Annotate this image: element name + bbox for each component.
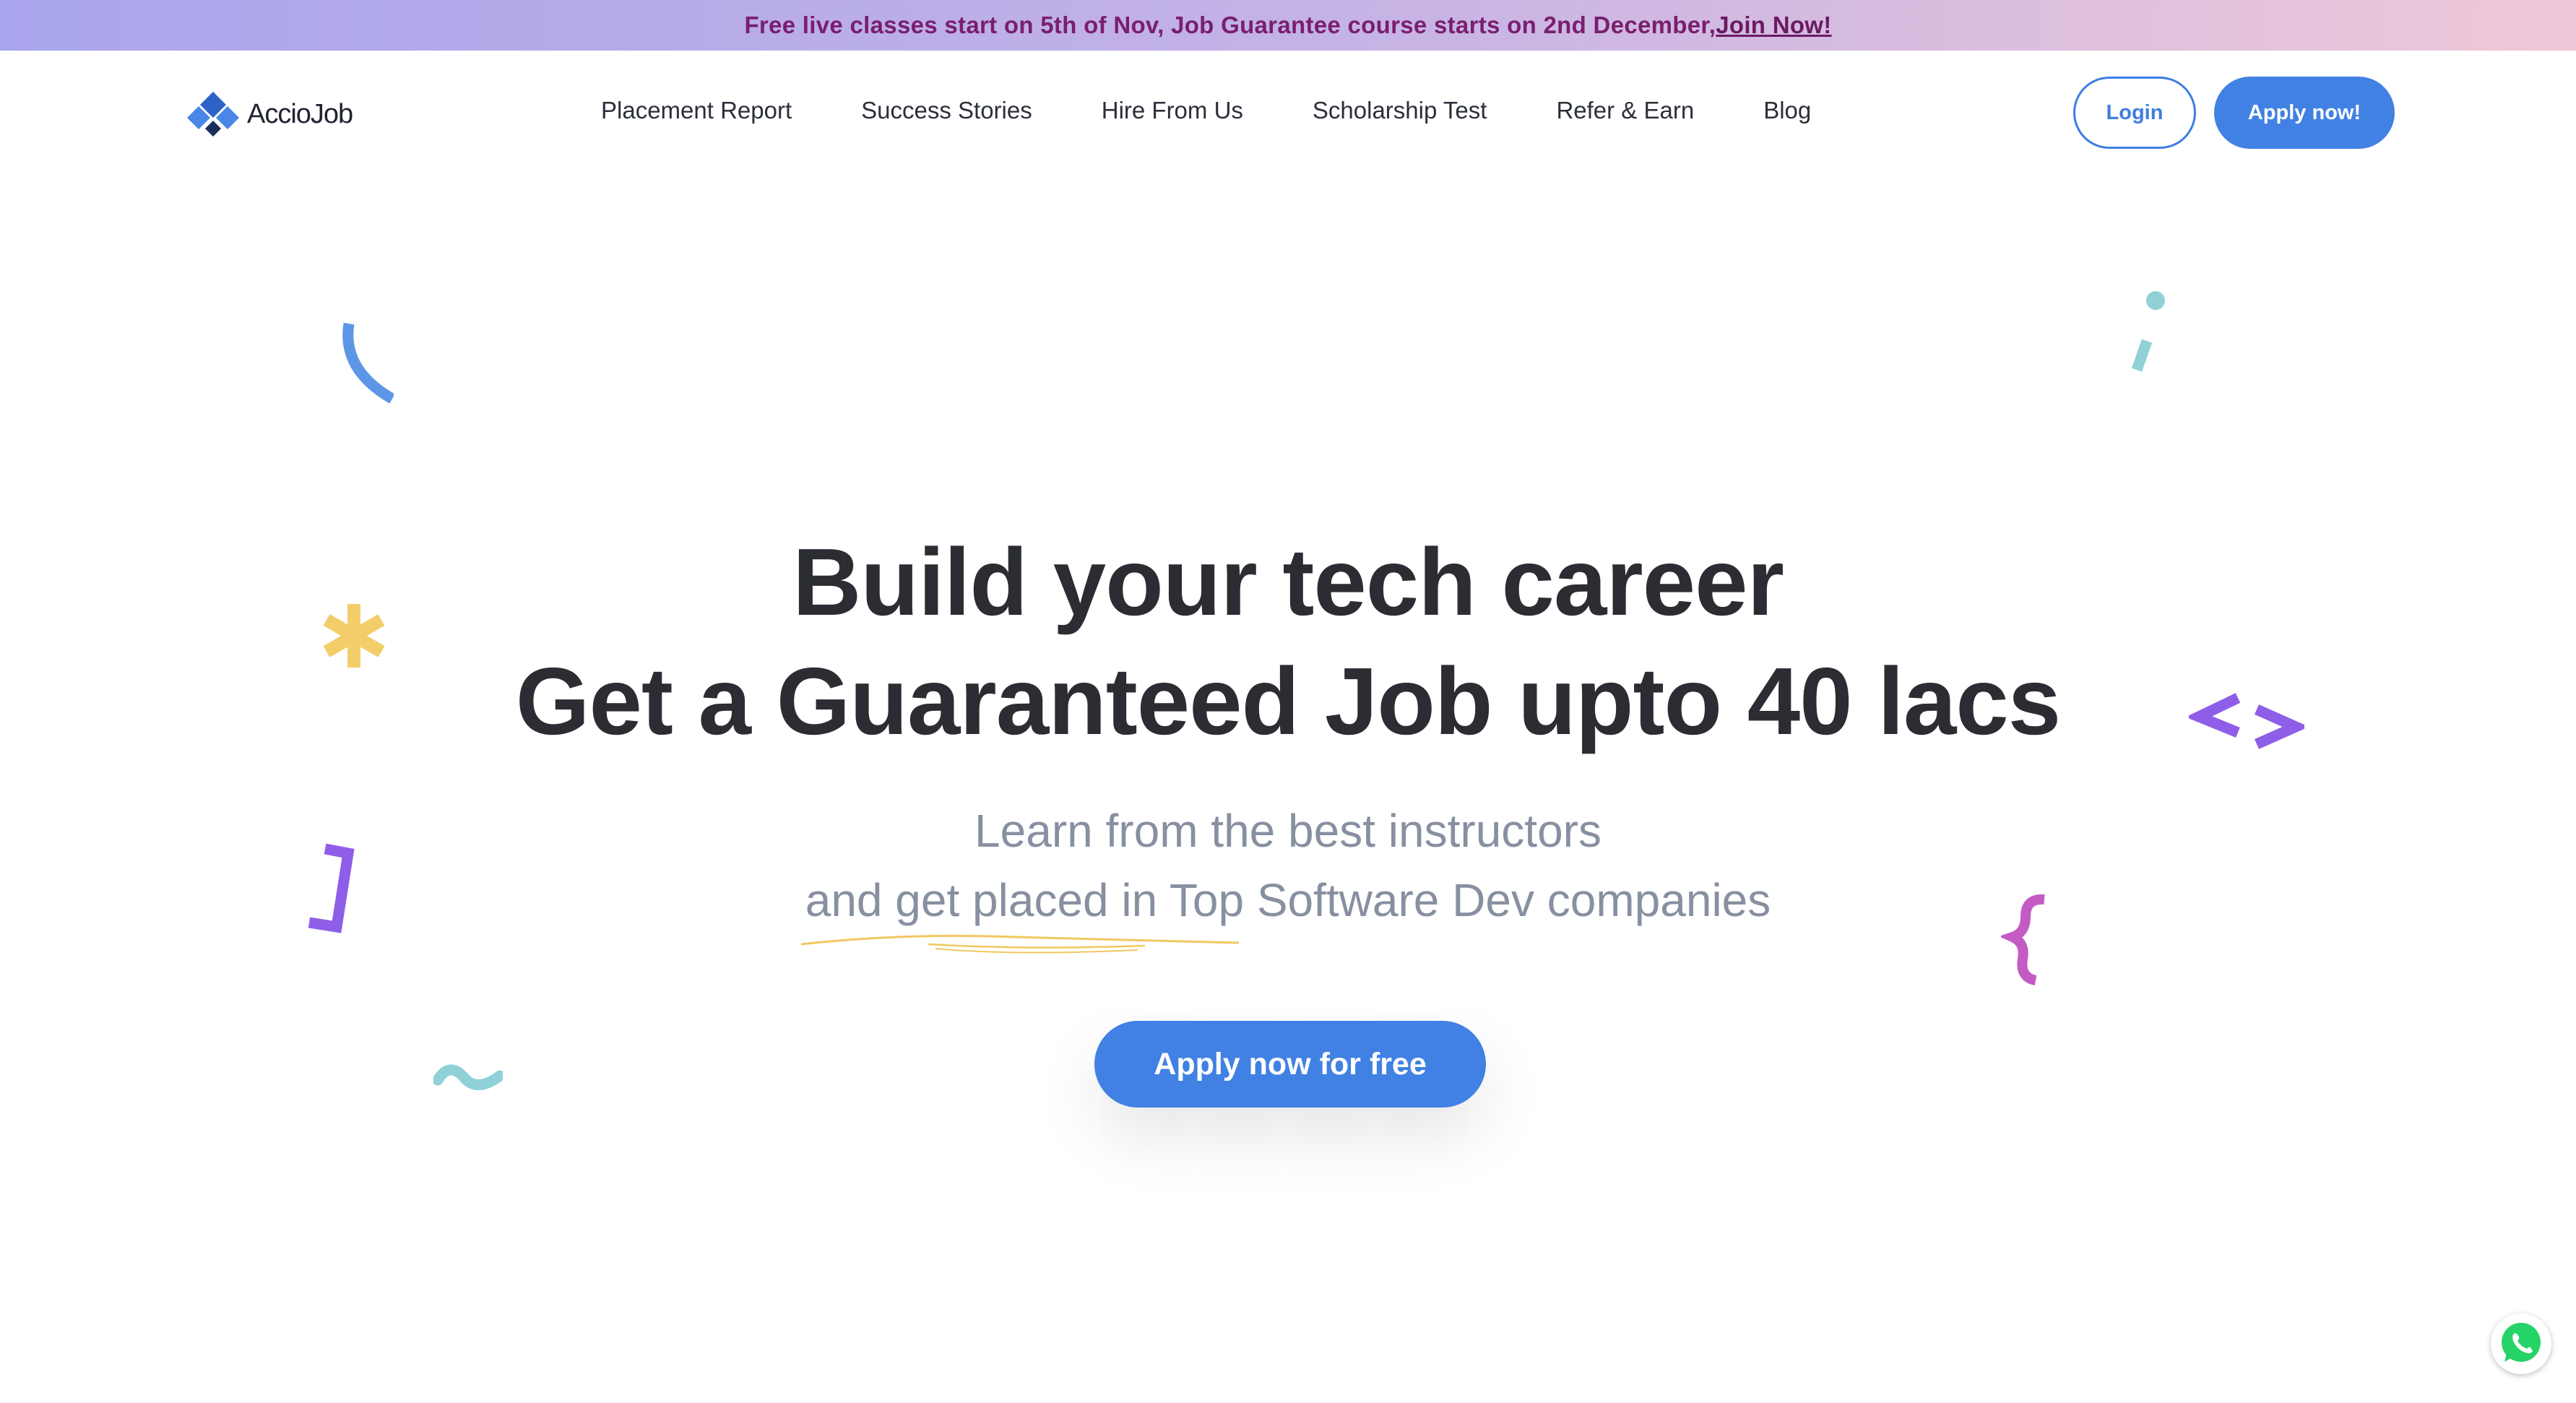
hero-title-line1: Build your tech career — [792, 529, 1784, 635]
nav-item-success-stories[interactable]: Success Stories — [861, 97, 1032, 124]
nav-item-blog[interactable]: Blog — [1763, 97, 1811, 124]
nav-item-hire-from-us[interactable]: Hire From Us — [1102, 97, 1243, 124]
nav-links: Placement Report Success Stories Hire Fr… — [601, 97, 1811, 124]
apply-now-button[interactable]: Apply now! — [2214, 77, 2395, 149]
open-paren-icon — [342, 322, 394, 403]
hero-subtitle-line1: Learn from the best instructors — [974, 805, 1602, 857]
whatsapp-icon — [2502, 1323, 2541, 1362]
whatsapp-button[interactable] — [2491, 1313, 2551, 1374]
nav-item-scholarship-test[interactable]: Scholarship Test — [1313, 97, 1487, 124]
hero-subtitle-line2: and get placed in Top Software Dev compa… — [805, 874, 1771, 926]
apply-now-for-free-button[interactable]: Apply now for free — [1094, 1021, 1486, 1108]
nav-item-placement-report[interactable]: Placement Report — [601, 97, 792, 124]
navbar: AccioJob Placement Report Success Storie… — [0, 51, 2576, 177]
brand-name: AccioJob — [247, 98, 353, 129]
announcement-bar: Free live classes start on 5th of Nov, J… — [0, 0, 2576, 51]
nav-item-refer-earn[interactable]: Refer & Earn — [1556, 97, 1694, 124]
semicolon-icon — [2131, 291, 2165, 372]
highlight-underline — [800, 934, 1240, 954]
tilde-icon — [433, 1064, 503, 1090]
hero-title-line2: Get a Guaranteed Job upto 40 lacs — [515, 648, 2061, 754]
announcement-text: Free live classes start on 5th of Nov, J… — [744, 12, 1716, 38]
login-button[interactable]: Login — [2073, 77, 2196, 149]
brand-logo[interactable]: AccioJob — [186, 92, 353, 137]
join-now-link[interactable]: Join Now! — [1716, 12, 1831, 39]
acciojob-logo-icon — [187, 92, 239, 137]
